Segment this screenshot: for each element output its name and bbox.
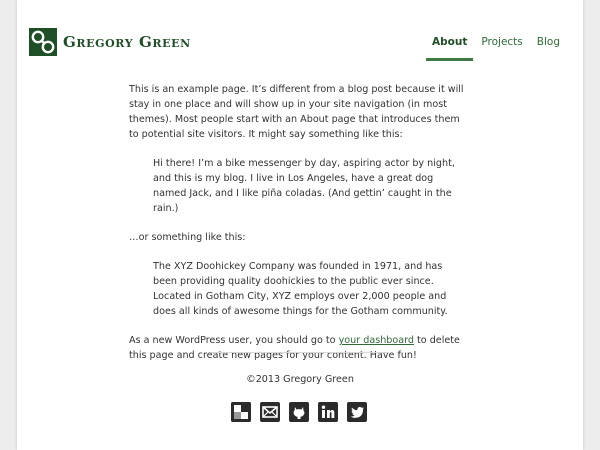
social-links — [231, 402, 367, 422]
nav-item-blog[interactable]: Blog — [531, 33, 566, 61]
blockquote-xyz-company: The XYZ Doohickey Company was founded in… — [153, 261, 448, 317]
linkedin-icon[interactable] — [318, 402, 338, 422]
blockquote-bike-messenger: Hi there! I’m a bike messenger by day, a… — [153, 158, 455, 214]
site-logo-link[interactable]: Gregory Green — [29, 27, 191, 57]
page-content: This is an example page. It’s different … — [129, 82, 465, 377]
delicious-icon[interactable] — [231, 402, 251, 422]
github-icon[interactable] — [289, 402, 309, 422]
logo-mark-icon — [29, 28, 57, 56]
dashboard-link[interactable]: your dashboard — [339, 335, 414, 346]
transition-paragraph: …or something like this: — [129, 232, 246, 243]
intro-paragraph: This is an example page. It’s different … — [129, 84, 464, 140]
nav-item-projects[interactable]: Projects — [475, 33, 528, 61]
email-icon[interactable] — [260, 402, 280, 422]
twitter-icon[interactable] — [347, 402, 367, 422]
nav-item-about[interactable]: About — [426, 33, 474, 61]
page-container: Gregory Green About Projects Blog This i… — [17, 0, 583, 450]
copyright-text: ©2013 Gregory Green — [246, 374, 354, 385]
closing-paragraph: As a new WordPress user, you should go t… — [129, 333, 465, 363]
site-title: Gregory Green — [63, 33, 191, 51]
footer-divider — [211, 352, 389, 353]
closing-text-before: As a new WordPress user, you should go t… — [129, 335, 339, 346]
main-navigation: About Projects Blog — [424, 33, 566, 61]
